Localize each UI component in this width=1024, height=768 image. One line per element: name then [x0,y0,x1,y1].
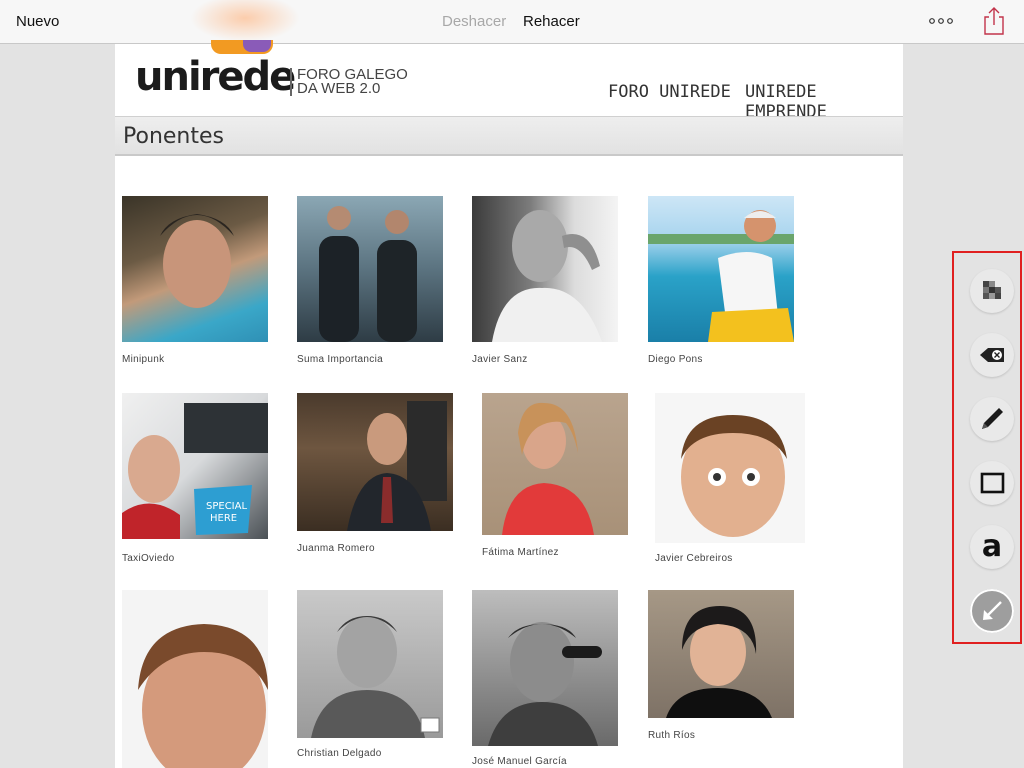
text-icon: a [982,529,1002,564]
new-button[interactable]: Nuevo [16,13,59,30]
toolbar-blur-artifact [190,0,300,42]
pixelate-icon [983,281,1001,299]
speaker-photo [297,393,453,531]
speaker-photo-figure [492,210,602,342]
site-logo: unirede [135,54,296,100]
logo-subtitle: FORO GALEGO DA WEB 2.0 [290,67,408,97]
speaker-photo-figure [502,402,594,535]
arrow-icon [983,601,1002,620]
speaker-name: Ruth Ríos [648,730,696,741]
speaker-name: José Manuel García [472,756,567,767]
section-header: Ponentes [115,116,903,156]
speaker-photo-figure: SPECIAL HERE [122,403,268,539]
section-title: Ponentes [123,124,224,149]
speaker-name: Javier Cebreiros [655,553,733,564]
arrow-tool-button[interactable] [970,589,1014,633]
speaker-photo [648,590,794,718]
eraser-tool-button[interactable] [970,333,1014,377]
speaker-card[interactable]: Minipunk [122,196,268,365]
speaker-photo-figure [319,206,417,342]
speaker-photo-figure [160,214,234,308]
speaker-name: TaxiOviedo [122,553,175,564]
speaker-card[interactable]: Diego Pons [648,196,794,365]
speaker-photo [648,196,794,342]
rectangle-tool-button[interactable] [970,461,1014,505]
speaker-photo [472,590,618,746]
speaker-card[interactable] [122,590,268,768]
rectangle-icon [980,472,1005,494]
speaker-photo [472,196,618,342]
undo-button[interactable]: Deshacer [442,13,506,30]
speaker-photo-figure [488,622,602,746]
speaker-photo [297,196,443,342]
speaker-photo [482,393,628,535]
pen-icon [982,408,1003,429]
speaker-card[interactable]: Fátima Martínez [482,393,628,558]
annotation-tools-panel: a [952,251,1022,644]
svg-text:SPECIAL: SPECIAL [206,501,247,512]
text-tool-button[interactable]: a [970,525,1014,569]
page-screenshot: unirede FORO GALEGO DA WEB 2.0 FORO UNIR… [115,40,903,768]
speaker-photo-figure [666,606,772,718]
speaker-card[interactable]: Juanma Romero [297,393,453,554]
speaker-card[interactable]: SPECIAL HERE TaxiOviedo [122,393,268,564]
redo-button[interactable]: Rehacer [523,13,580,30]
speaker-card[interactable]: Christian Delgado [297,590,443,759]
speaker-card[interactable]: Javier Sanz [472,196,618,365]
share-icon[interactable] [982,6,1006,36]
logo-speech-bubble-purple [243,40,271,52]
speaker-photo-figure [311,616,440,738]
speaker-name: Fátima Martínez [482,547,559,558]
speaker-card[interactable]: José Manuel García [472,590,618,767]
speaker-photo-figure [648,210,794,342]
speaker-name: Juanma Romero [297,543,375,554]
speaker-photo [297,590,443,738]
top-toolbar: Nuevo Deshacer Rehacer [0,0,1024,44]
pixelate-tool-button[interactable] [970,269,1014,313]
speaker-card[interactable]: Suma Importancia [297,196,443,365]
speaker-photo: SPECIAL HERE [122,393,268,539]
eraser-icon [980,348,1004,362]
speaker-photo-figure [347,401,447,531]
speaker-name: Javier Sanz [472,354,528,365]
speaker-photo-figure [681,415,787,537]
speaker-card[interactable]: Javier Cebreiros [655,393,805,564]
more-dots-icon[interactable] [928,12,956,30]
logo-sub-line2: DA WEB 2.0 [297,80,381,97]
speaker-name: Diego Pons [648,354,703,365]
speaker-name: Suma Importancia [297,354,383,365]
nav-foro-unirede[interactable]: FORO UNIREDE [608,82,731,102]
svg-text:a: a [982,529,1002,564]
pen-tool-button[interactable] [970,397,1014,441]
speaker-photo [122,196,268,342]
speaker-name: Christian Delgado [297,748,382,759]
speaker-name: Minipunk [122,354,165,365]
speaker-card[interactable]: Ruth Ríos [648,590,794,741]
speaker-photo-figure [138,624,268,768]
site-header: unirede FORO GALEGO DA WEB 2.0 FORO UNIR… [115,40,903,122]
svg-text:HERE: HERE [210,513,237,524]
speaker-photo [122,590,268,768]
speaker-photo [655,393,805,543]
